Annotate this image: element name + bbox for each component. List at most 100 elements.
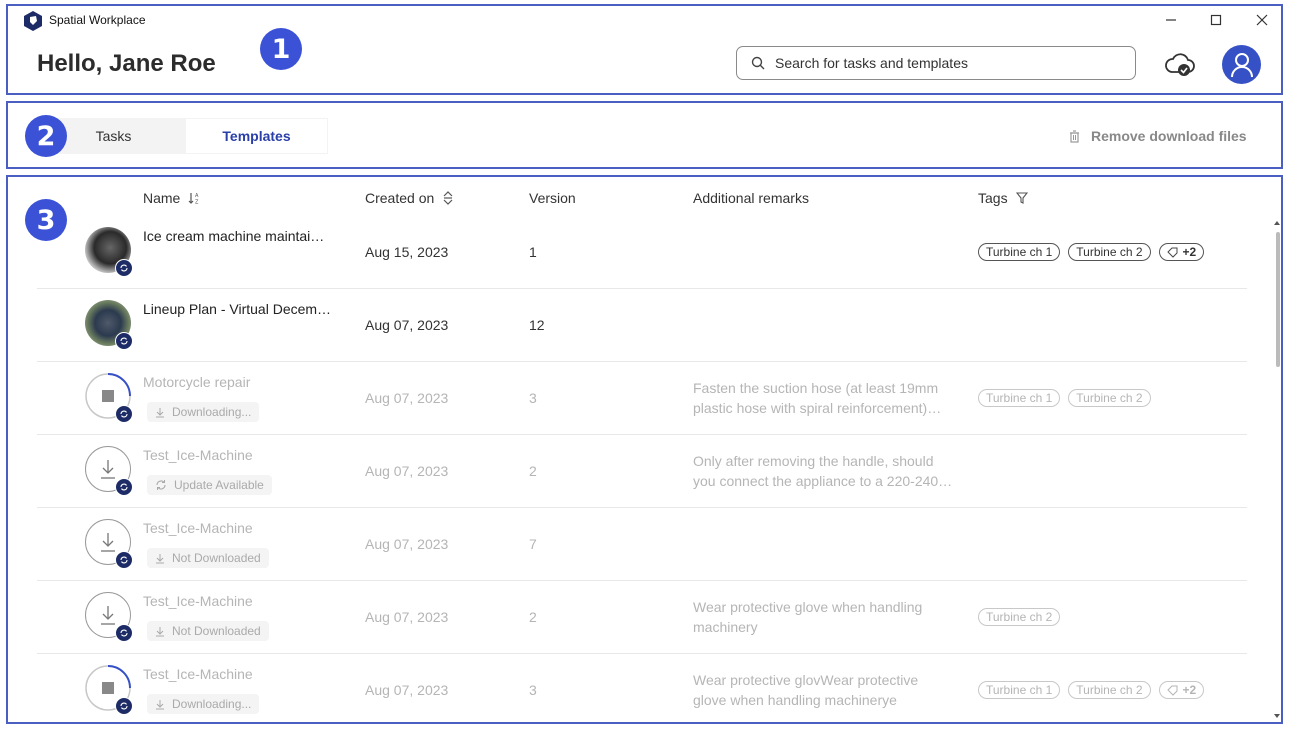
- status-label: Not Downloaded: [172, 551, 261, 565]
- more-tags-count: +2: [1182, 245, 1197, 259]
- status-badge: Update Available: [147, 475, 272, 495]
- row-name[interactable]: Ice cream machine maintai…: [143, 228, 324, 244]
- trash-icon: [1070, 129, 1079, 143]
- search-icon: [751, 56, 765, 70]
- sync-icon: [115, 697, 133, 715]
- maximize-icon: [1210, 14, 1222, 26]
- remove-download-files-button[interactable]: Remove download files: [1068, 128, 1247, 144]
- row-name[interactable]: Test_Ice-Machine: [143, 520, 253, 536]
- scroll-down-icon[interactable]: [1273, 713, 1281, 719]
- row-date: Aug 15, 2023: [365, 244, 449, 260]
- sync-icon: [115, 332, 133, 350]
- tag-icon: [1166, 247, 1178, 258]
- status-badge: Downloading...: [147, 402, 260, 422]
- row-name[interactable]: Test_Ice-Machine: [143, 666, 253, 682]
- sync-icon: [115, 624, 133, 642]
- scroll-up-icon[interactable]: [1273, 220, 1281, 226]
- column-version-label: Version: [529, 190, 576, 206]
- row-date: Aug 07, 2023: [365, 536, 449, 552]
- minimize-button[interactable]: [1161, 10, 1181, 30]
- row-name[interactable]: Test_Ice-Machine: [143, 593, 253, 609]
- row-name[interactable]: Test_Ice-Machine: [143, 447, 253, 463]
- status-label: Downloading...: [172, 405, 252, 419]
- tab-bar: Tasks Templates: [42, 118, 328, 154]
- refresh-icon: [156, 480, 166, 490]
- column-header-remarks: Additional remarks: [693, 190, 809, 206]
- row-remarks: Wear protective glove when handling mach…: [693, 599, 923, 635]
- tag: Turbine ch 2: [1068, 681, 1151, 699]
- row-tags: Turbine ch 1 Turbine ch 2 +2: [978, 681, 1212, 699]
- more-tags-chip[interactable]: +2: [1158, 243, 1205, 261]
- maximize-button[interactable]: [1206, 10, 1226, 30]
- status-label: Update Available: [174, 478, 264, 492]
- sync-icon: [115, 259, 133, 277]
- section-badge-2: 2: [25, 115, 67, 157]
- column-header-name[interactable]: Name AZ: [143, 190, 202, 206]
- more-tags-count: +2: [1182, 683, 1197, 697]
- row-name[interactable]: Lineup Plan - Virtual Decem…: [143, 301, 331, 317]
- table-row[interactable]: Motorcycle repair Downloading... Aug 07,…: [37, 362, 1247, 435]
- stop-icon: [102, 682, 114, 694]
- tab-templates[interactable]: Templates: [185, 118, 328, 154]
- status-label: Downloading...: [172, 697, 252, 711]
- tag: Turbine ch 1: [978, 681, 1061, 699]
- download-icon: [156, 553, 164, 563]
- row-tags: Turbine ch 1 Turbine ch 2 +2: [978, 243, 1212, 261]
- table-row[interactable]: Test_Ice-Machine Not Downloaded Aug 07, …: [37, 508, 1247, 581]
- filter-icon: [1015, 192, 1028, 204]
- user-avatar-button[interactable]: [1222, 45, 1261, 84]
- row-remarks: Fasten the suction hose (at least 19mm p…: [693, 380, 942, 416]
- row-version: 3: [529, 390, 537, 406]
- more-tags-chip[interactable]: +2: [1158, 681, 1205, 699]
- table-row[interactable]: Test_Ice-Machine Not Downloaded Aug 07, …: [37, 581, 1247, 654]
- tag: Turbine ch 1: [978, 389, 1061, 407]
- row-date: Aug 07, 2023: [365, 463, 449, 479]
- search-input[interactable]: [773, 54, 1117, 72]
- sync-icon: [115, 551, 133, 569]
- status-badge: Not Downloaded: [147, 548, 269, 568]
- download-icon: [156, 626, 164, 636]
- table-row[interactable]: Test_Ice-Machine Downloading... Aug 07, …: [37, 654, 1247, 727]
- table-row[interactable]: Lineup Plan - Virtual Decem… Aug 07, 202…: [37, 289, 1247, 362]
- download-icon: [101, 460, 115, 479]
- close-button[interactable]: [1252, 10, 1272, 30]
- row-remarks: Wear protective glovWear protective glov…: [693, 672, 919, 708]
- cloud-sync-icon[interactable]: [1163, 50, 1197, 80]
- sort-alpha-icon: AZ: [188, 193, 199, 206]
- row-version: 2: [529, 463, 537, 479]
- row-remarks: Only after removing the handle, should y…: [693, 453, 953, 489]
- tag: Turbine ch 2: [1068, 389, 1151, 407]
- column-header-tags[interactable]: Tags: [978, 190, 1028, 206]
- app-title: Spatial Workplace: [49, 13, 146, 27]
- close-icon: [1256, 14, 1268, 26]
- svg-text:A: A: [195, 193, 199, 199]
- sort-icon: [443, 191, 453, 205]
- minimize-icon: [1166, 19, 1176, 21]
- user-icon: [1230, 52, 1253, 77]
- download-icon: [156, 407, 164, 417]
- row-version: 1: [529, 244, 537, 260]
- column-name-label: Name: [143, 190, 181, 206]
- sync-icon: [115, 478, 133, 496]
- table-row[interactable]: Ice cream machine maintai… Aug 15, 2023 …: [37, 216, 1247, 289]
- row-date: Aug 07, 2023: [365, 317, 449, 333]
- table-row[interactable]: Test_Ice-Machine Update Available Aug 07…: [37, 435, 1247, 508]
- download-icon: [101, 533, 115, 552]
- status-badge: Not Downloaded: [147, 621, 269, 641]
- row-version: 7: [529, 536, 537, 552]
- sync-icon: [115, 405, 133, 423]
- row-version: 3: [529, 682, 537, 698]
- svg-text:Z: Z: [195, 200, 199, 206]
- scrollbar-thumb[interactable]: [1276, 232, 1280, 367]
- status-label: Not Downloaded: [172, 624, 261, 638]
- greeting-heading: Hello, Jane Roe: [37, 50, 216, 77]
- row-tags: Turbine ch 1 Turbine ch 2: [978, 389, 1159, 407]
- column-header-created-on[interactable]: Created on: [365, 190, 454, 206]
- column-created-label: Created on: [365, 190, 435, 206]
- search-box[interactable]: [736, 46, 1136, 80]
- row-name[interactable]: Motorcycle repair: [143, 374, 250, 390]
- tag: Turbine ch 1: [978, 243, 1061, 261]
- row-version: 2: [529, 609, 537, 625]
- column-header-version: Version: [529, 190, 576, 206]
- row-tags: Turbine ch 2: [978, 608, 1068, 626]
